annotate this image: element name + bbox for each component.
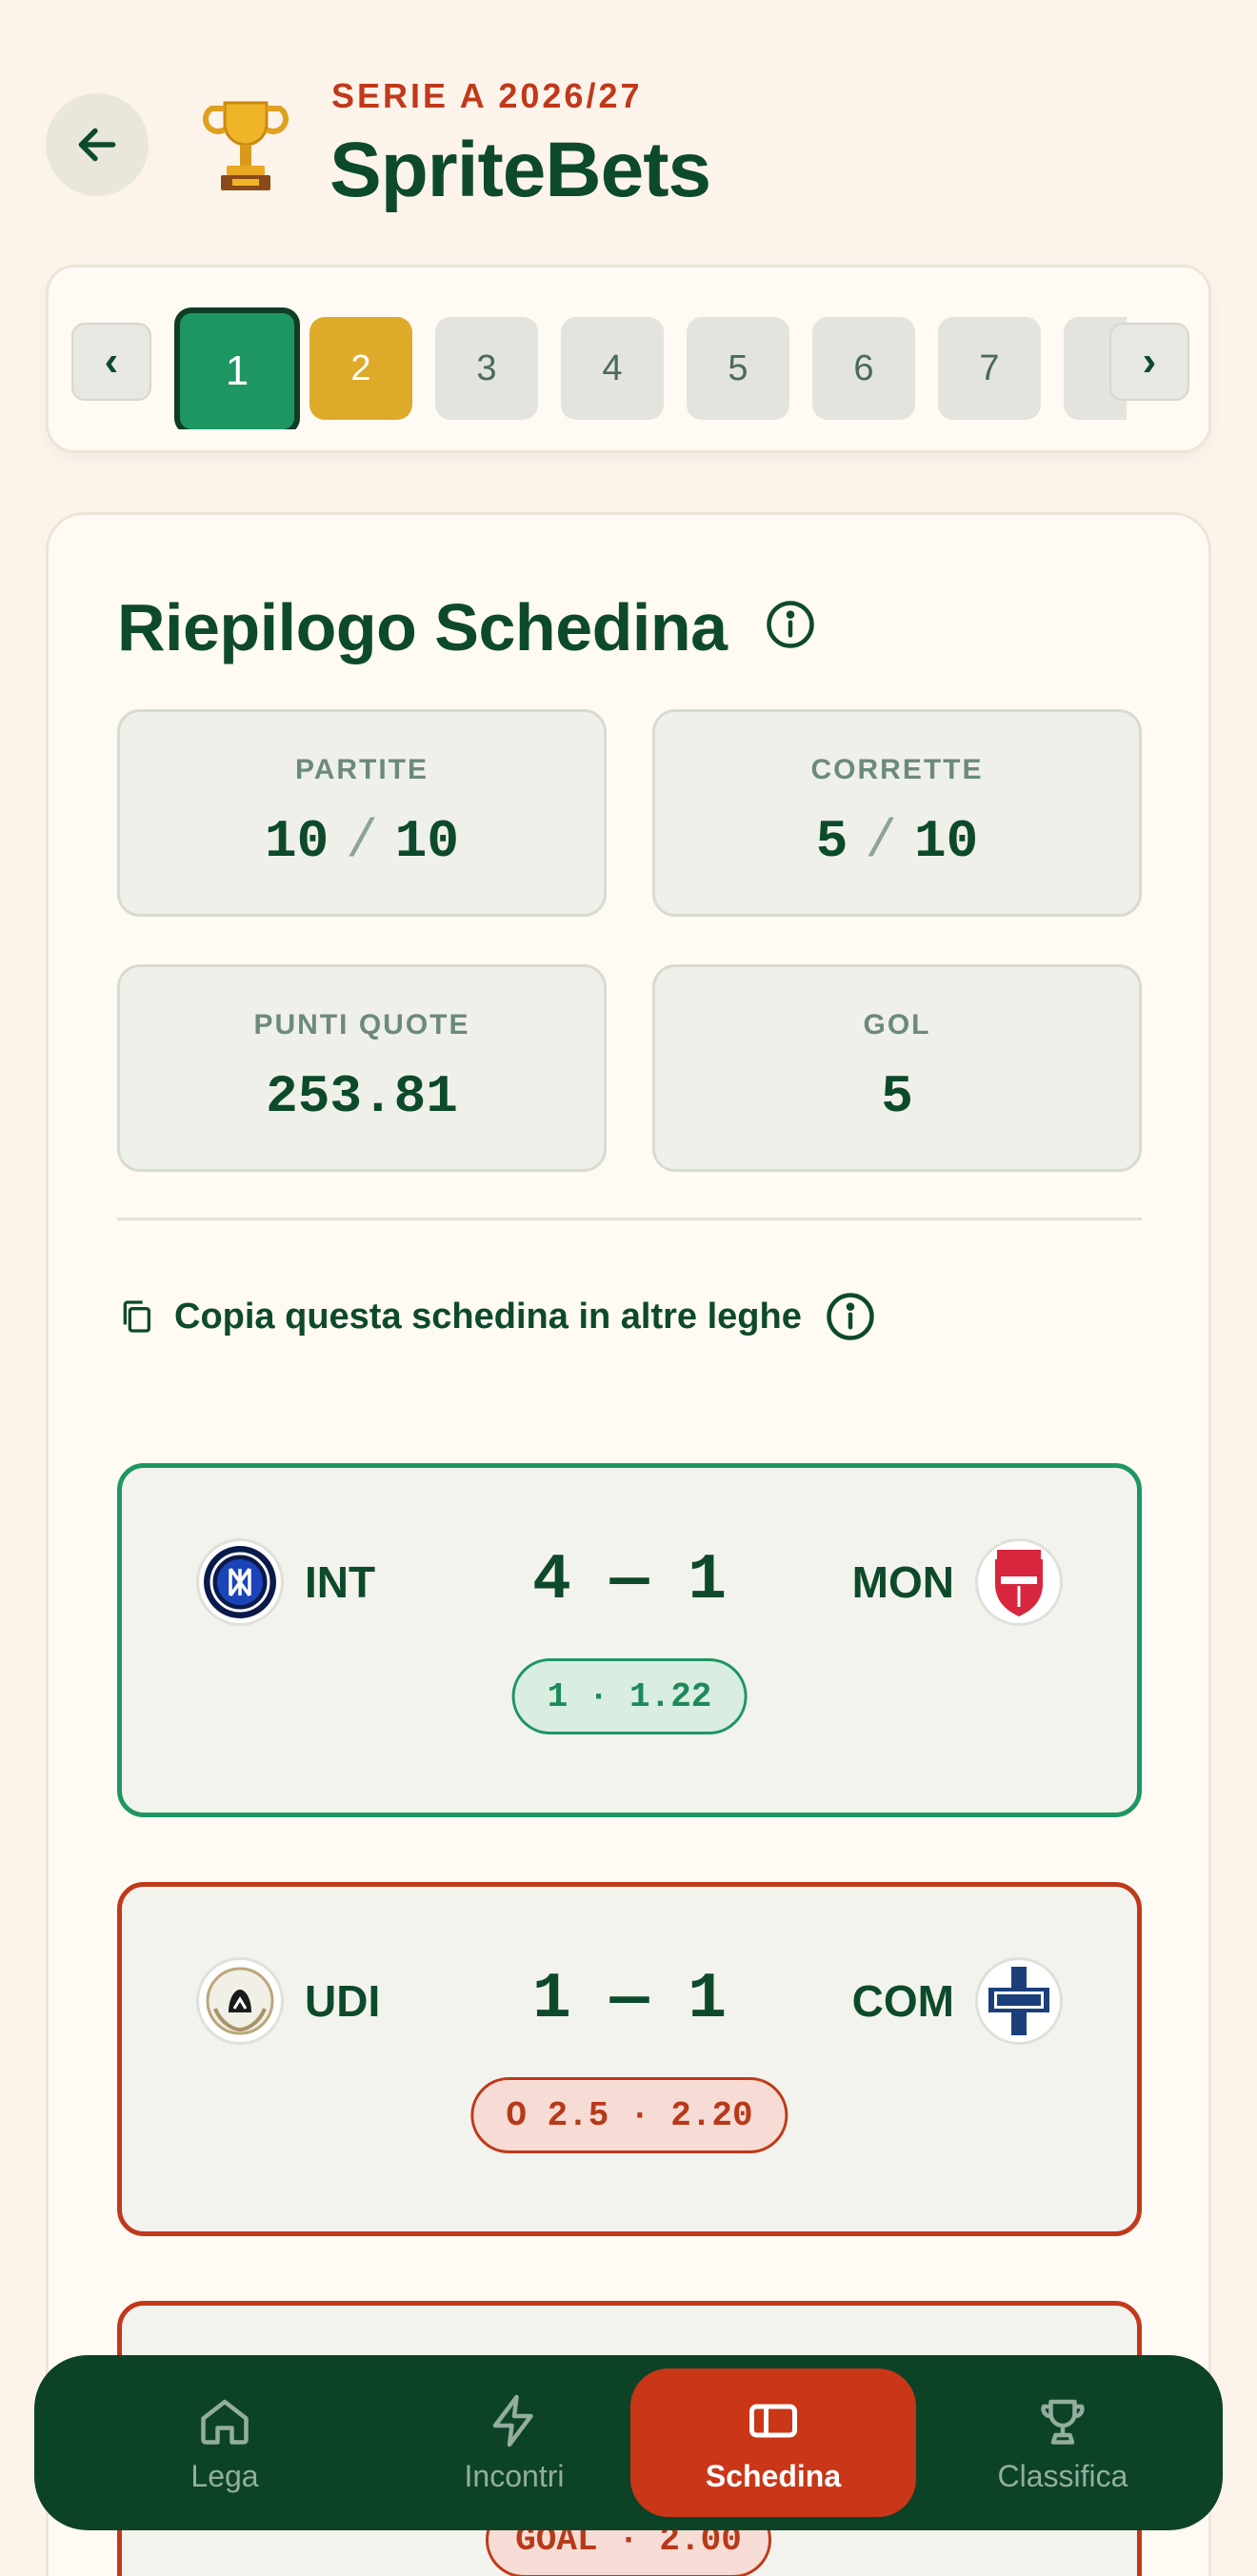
away-team: COM — [852, 1957, 1063, 2045]
team-code: MON — [851, 1557, 954, 1607]
stat-value: 253.81 — [266, 1066, 458, 1127]
round-selector: ‹ 1 2 3 4 5 6 7 › — [46, 265, 1211, 453]
divider — [117, 1218, 1142, 1220]
round-pill[interactable]: 4 — [561, 317, 664, 420]
ticket-icon — [749, 2404, 797, 2437]
match-card[interactable]: INT 4 — 1 MON 1 · 1.22 — [117, 1463, 1142, 1817]
pick-badge: 1 · 1.22 — [511, 1658, 748, 1734]
away-team: MON — [852, 1538, 1063, 1626]
info-icon[interactable] — [825, 1291, 876, 1342]
nav-item-league[interactable]: Lega — [82, 2368, 368, 2517]
nav-label: Schedina — [705, 2458, 842, 2493]
nav-item-slip[interactable]: Schedina — [630, 2368, 916, 2517]
nav-label: Incontri — [464, 2458, 565, 2493]
nav-item-standings[interactable]: Classifica — [920, 2368, 1206, 2517]
app-title: SpriteBets — [329, 127, 711, 213]
round-pill[interactable]: 5 — [687, 317, 789, 420]
bottom-nav: Lega Incontri Schedina Classifica — [34, 2355, 1223, 2530]
info-icon[interactable] — [765, 599, 816, 650]
round-pill[interactable]: 7 — [938, 317, 1041, 420]
stat-odds-points: PUNTI QUOTE 253.81 — [117, 964, 607, 1172]
como-crest-icon — [975, 1957, 1063, 2045]
nav-label: Lega — [190, 2458, 259, 2493]
round-pill[interactable]: 6 — [812, 317, 915, 420]
stat-correct: CORRETTE 5/10 — [652, 709, 1142, 917]
monza-crest-icon — [975, 1538, 1063, 1626]
stat-label: CORRETTE — [810, 754, 984, 785]
back-button[interactable] — [46, 93, 149, 196]
stat-label: PUNTI QUOTE — [253, 1009, 470, 1040]
summary-title: Riepilogo Schedina — [117, 590, 728, 664]
lightning-icon — [492, 2394, 533, 2447]
trophy-icon — [203, 101, 289, 190]
copy-slip-label: Copia questa schedina in altre leghe — [174, 1296, 802, 1337]
pick-badge: O 2.5 · 2.20 — [470, 2077, 788, 2153]
stat-label: PARTITE — [294, 754, 429, 785]
trophy-outline-icon — [1041, 2399, 1085, 2445]
team-code: COM — [851, 1976, 954, 2026]
round-track: 1 2 3 4 5 6 7 — [174, 296, 1127, 429]
arrow-left-icon — [78, 128, 116, 162]
stat-goals: GOL 5 — [652, 964, 1142, 1172]
summary-card: Riepilogo Schedina PARTITE 10/10 CORRETT… — [46, 512, 1211, 2576]
prev-round-button[interactable]: ‹ — [71, 323, 151, 401]
match-card[interactable]: UDI 1 — 1 COM O 2.5 · 2.20 — [117, 1882, 1142, 2236]
stat-value: 10/10 — [264, 811, 460, 872]
next-round-button[interactable]: › — [1109, 323, 1189, 401]
app-header: SERIE A 2026/27 SpriteBets — [46, 67, 1211, 228]
round-pill[interactable]: 2 — [309, 317, 412, 420]
stat-matches: PARTITE 10/10 — [117, 709, 607, 917]
nav-item-matches[interactable]: Incontri — [371, 2368, 657, 2517]
stat-value: 5 — [881, 1066, 913, 1127]
stat-value: 5/10 — [815, 811, 979, 872]
copy-slip-link[interactable]: Copia questa schedina in altre leghe — [117, 1288, 876, 1345]
home-icon — [201, 2399, 249, 2445]
copy-icon — [123, 1300, 150, 1333]
round-pill[interactable]: 1 — [174, 307, 300, 429]
round-pill[interactable]: 3 — [435, 317, 538, 420]
nav-label: Classifica — [997, 2458, 1128, 2493]
stat-label: GOL — [863, 1009, 931, 1040]
season-label: SERIE A 2026/27 — [331, 76, 643, 115]
